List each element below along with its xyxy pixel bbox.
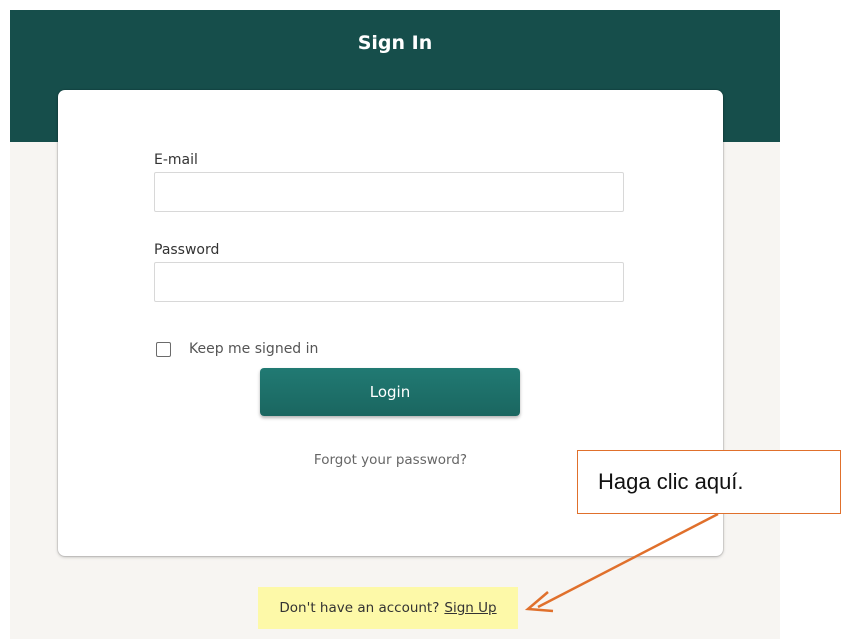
password-field[interactable] (154, 262, 624, 302)
email-field[interactable] (154, 172, 624, 212)
keep-signed-in-checkbox[interactable] (156, 341, 171, 357)
browser-viewport: Sign In E-mail Password Keep me signed i… (10, 10, 780, 639)
screenshot-page: Sign In E-mail Password Keep me signed i… (0, 0, 843, 639)
password-label: Password (154, 242, 220, 258)
callout-text: Haga clic aquí. (598, 469, 744, 494)
signup-prompt-text: Don't have an account? (279, 600, 440, 616)
email-label: E-mail (154, 152, 198, 168)
annotation-callout: Haga clic aquí. (577, 450, 841, 514)
keep-signed-in-label[interactable]: Keep me signed in (189, 341, 318, 357)
login-button[interactable]: Login (260, 368, 520, 416)
signup-prompt: Don't have an account? Sign Up (258, 587, 518, 629)
signup-link[interactable]: Sign Up (444, 600, 496, 616)
keep-signed-in-row[interactable]: Keep me signed in (156, 340, 318, 358)
page-title: Sign In (357, 32, 433, 54)
